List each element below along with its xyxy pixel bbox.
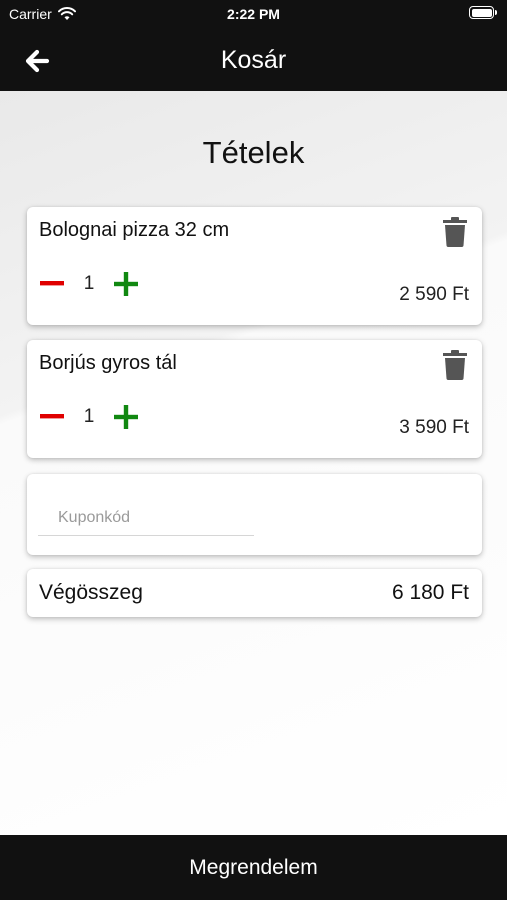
total-card: Végösszeg 6 180 Ft: [27, 569, 482, 617]
plus-icon: [114, 272, 138, 296]
section-title: Tételek: [202, 135, 305, 170]
increase-quantity-button[interactable]: [113, 271, 139, 297]
total-label: Végösszeg: [39, 581, 143, 604]
item-quantity: 1: [83, 273, 95, 294]
decrease-quantity-button[interactable]: [39, 271, 65, 295]
cart-item: Bolognai pizza 32 cm 1 2 590 Ft: [27, 207, 482, 325]
item-price: 3 590 Ft: [399, 417, 469, 438]
cart-content: Tételek Bolognai pizza 32 cm 1 2 590 Ft …: [0, 91, 507, 835]
plus-icon: [114, 405, 138, 429]
trash-icon: [443, 217, 467, 247]
item-price: 2 590 Ft: [399, 284, 469, 305]
status-time: 2:22 PM: [227, 6, 280, 22]
battery-icon: [469, 6, 497, 19]
page-title: Kosár: [220, 46, 287, 74]
header-bar: Kosár: [0, 30, 507, 91]
status-bar: Carrier 2:22 PM: [0, 0, 507, 30]
order-button[interactable]: Megrendelem: [0, 835, 507, 900]
item-name: Bolognai pizza 32 cm: [39, 219, 230, 241]
total-value: 6 180 Ft: [391, 581, 469, 604]
delete-item-button[interactable]: [442, 350, 468, 380]
item-quantity: 1: [83, 406, 95, 427]
minus-icon: [40, 281, 64, 286]
delete-item-button[interactable]: [442, 217, 468, 247]
cart-item: Borjús gyros tál 1 3 590 Ft: [27, 340, 482, 458]
trash-icon: [443, 350, 467, 380]
increase-quantity-button[interactable]: [113, 404, 139, 430]
item-name: Borjús gyros tál: [39, 352, 177, 374]
coupon-card: [27, 474, 482, 555]
coupon-code-input[interactable]: [38, 500, 254, 536]
decrease-quantity-button[interactable]: [39, 404, 65, 428]
minus-icon: [40, 414, 64, 419]
